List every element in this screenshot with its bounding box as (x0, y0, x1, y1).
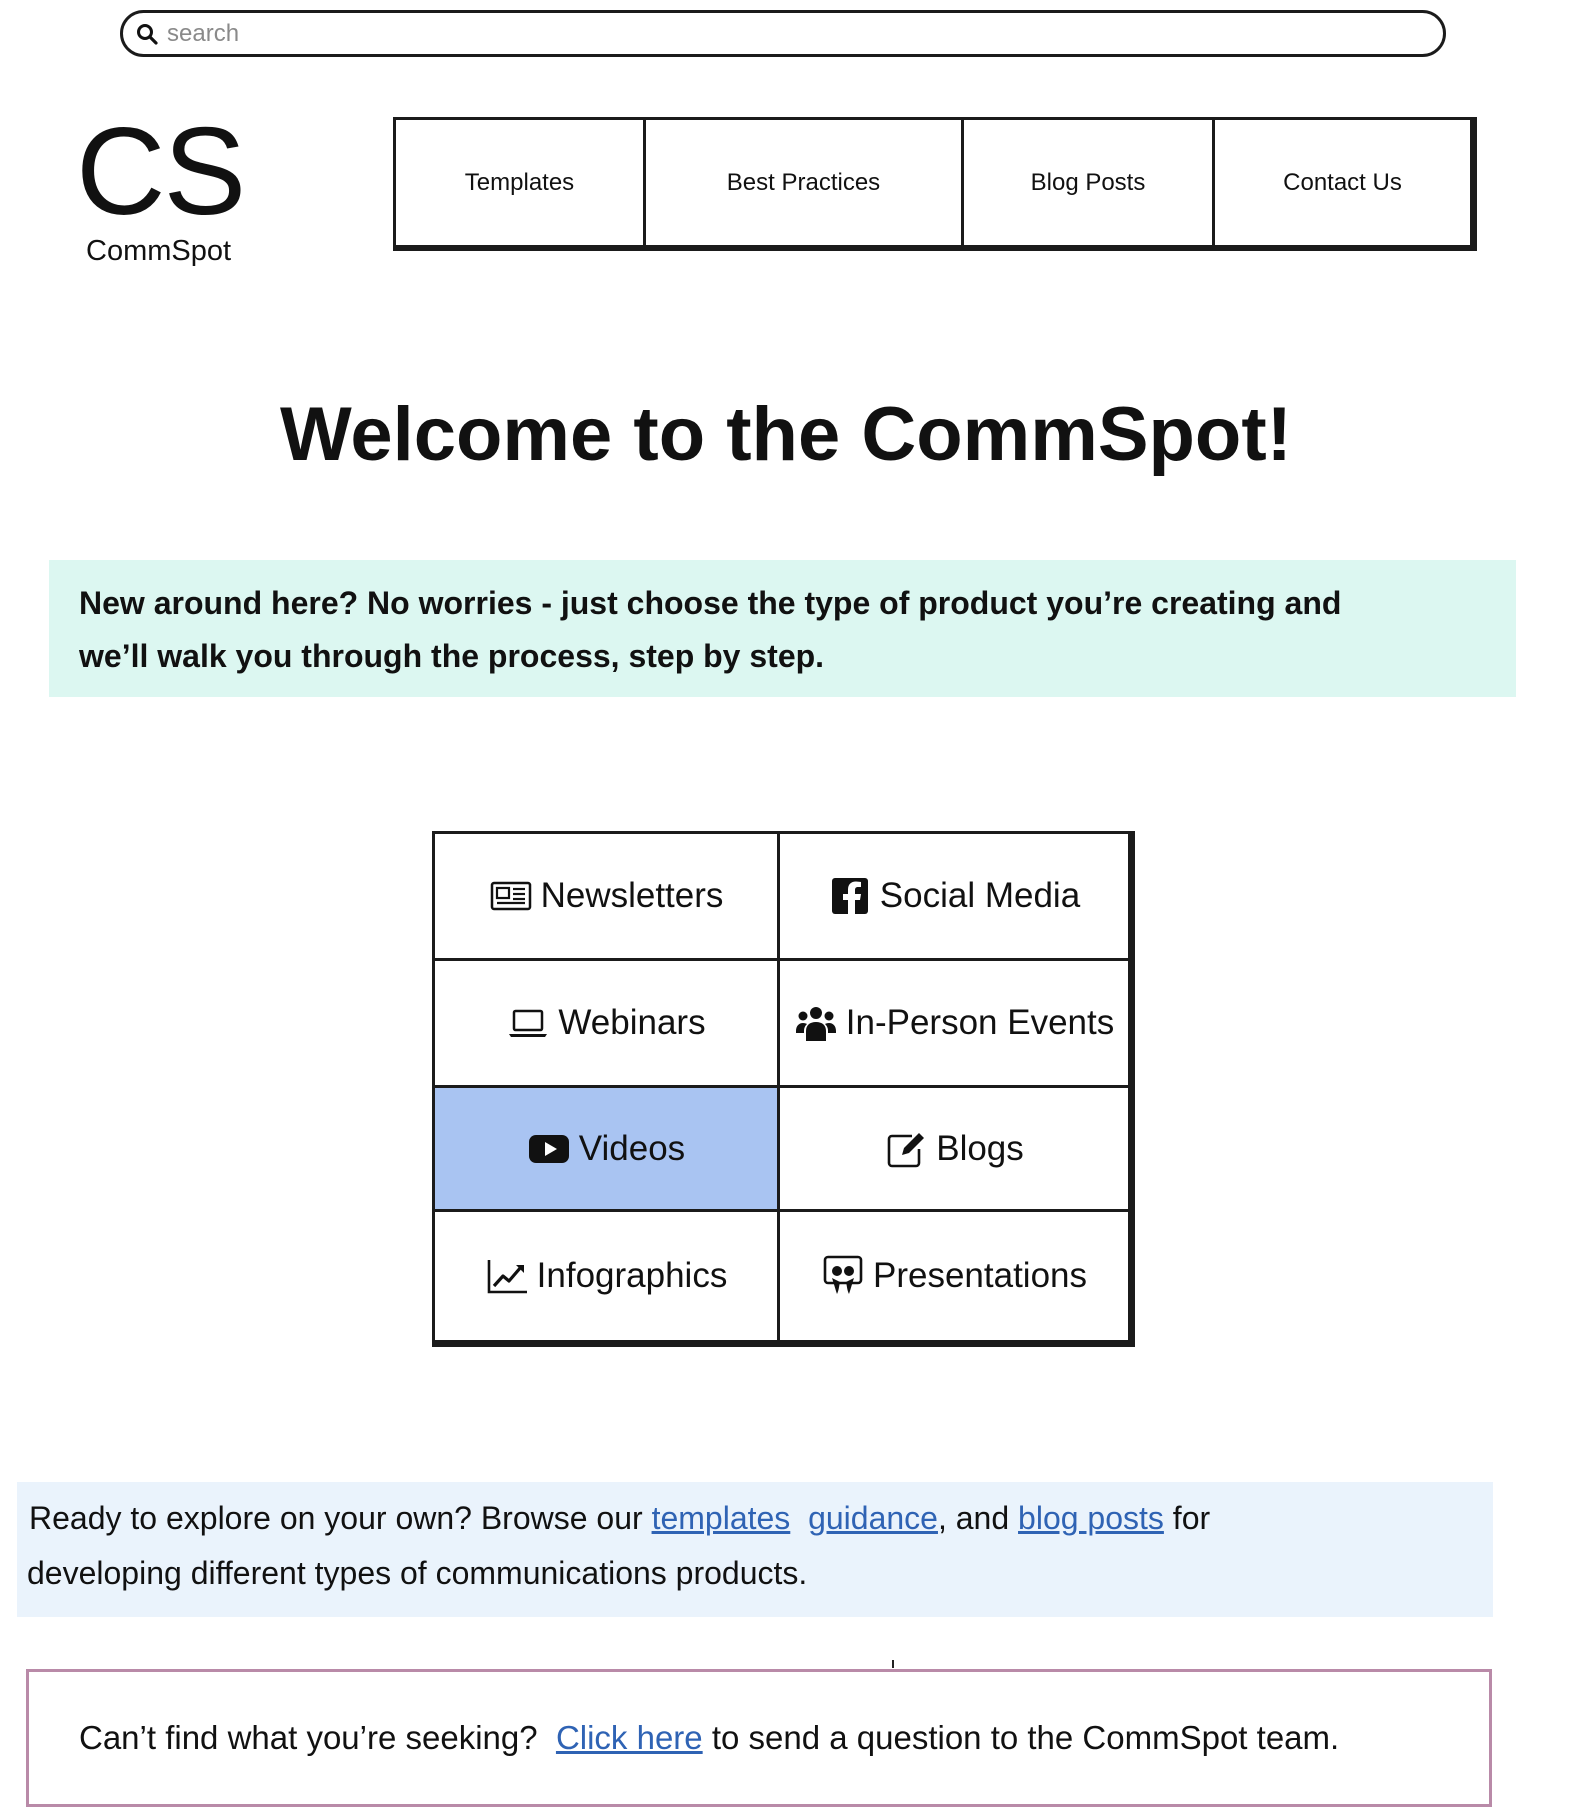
question-text: to send a question to the CommSpot team. (702, 1719, 1340, 1756)
guidance-link[interactable]: guidance (808, 1500, 938, 1536)
category-label: Blogs (936, 1128, 1024, 1168)
product-type-grid: Newsletters Social Media Webinars In-Per… (432, 831, 1135, 1347)
category-label: Webinars (558, 1003, 706, 1042)
divider-tick (892, 1660, 894, 1668)
category-label: In-Person Events (845, 1003, 1115, 1042)
explore-banner: Ready to explore on your own? Browse our… (17, 1482, 1493, 1617)
category-label: Newsletters (540, 876, 724, 915)
category-label: Videos (578, 1128, 686, 1168)
nav-item-contact-us[interactable]: Contact Us (1212, 120, 1470, 245)
people-group-icon (794, 1001, 838, 1045)
slideshare-icon (821, 1254, 865, 1298)
category-label: Infographics (536, 1256, 728, 1295)
page-title: Welcome to the CommSpot! (280, 392, 1292, 477)
laptop-icon (506, 1001, 550, 1045)
facebook-icon (828, 874, 872, 918)
category-label: Social Media (879, 876, 1081, 915)
nav-item-blog-posts[interactable]: Blog Posts (961, 120, 1212, 245)
intro-banner: New around here? No worries - just choos… (49, 560, 1516, 697)
line-chart-icon (485, 1254, 529, 1298)
logo-name: CommSpot (86, 235, 232, 267)
explore-text: , and (937, 1500, 1019, 1536)
category-social-media[interactable]: Social Media (780, 834, 1128, 961)
logo-mark[interactable]: CS (76, 110, 246, 234)
main-nav: Templates Best Practices Blog Posts Cont… (393, 117, 1477, 251)
edit-icon (884, 1127, 928, 1171)
category-label: Presentations (872, 1256, 1088, 1295)
blog-posts-link[interactable]: blog posts (1018, 1500, 1164, 1536)
intro-line-2: we’ll walk you through the process, step… (79, 638, 825, 674)
search-input[interactable] (167, 15, 1417, 52)
category-in-person-events[interactable]: In-Person Events (780, 961, 1128, 1088)
explore-separator (790, 1500, 808, 1536)
search-bar[interactable] (120, 10, 1446, 57)
explore-text: Ready to explore on your own? Browse our (29, 1500, 652, 1536)
click-here-link[interactable]: Click here (556, 1719, 703, 1757)
explore-line-1: Ready to explore on your own? Browse our… (27, 1491, 1483, 1546)
search-icon (137, 23, 158, 45)
intro-line-1: New around here? No worries - just choos… (79, 585, 1342, 621)
category-newsletters[interactable]: Newsletters (435, 834, 780, 961)
explore-text: for (1163, 1500, 1211, 1536)
category-infographics[interactable]: Infographics (435, 1212, 780, 1340)
newspaper-icon (489, 874, 533, 918)
question-text: Can’t find what you’re seeking? (79, 1719, 556, 1756)
nav-item-best-practices[interactable]: Best Practices (643, 120, 961, 245)
category-videos[interactable]: Videos (435, 1088, 780, 1212)
templates-link[interactable]: templates (652, 1500, 791, 1536)
category-presentations[interactable]: Presentations (780, 1212, 1128, 1340)
category-blogs[interactable]: Blogs (780, 1088, 1128, 1212)
explore-line-2: developing different types of communicat… (27, 1555, 808, 1591)
category-webinars[interactable]: Webinars (435, 961, 780, 1088)
nav-item-templates[interactable]: Templates (396, 120, 643, 245)
youtube-icon (527, 1127, 571, 1171)
question-banner: Can’t find what you’re seeking? Click he… (26, 1669, 1492, 1807)
